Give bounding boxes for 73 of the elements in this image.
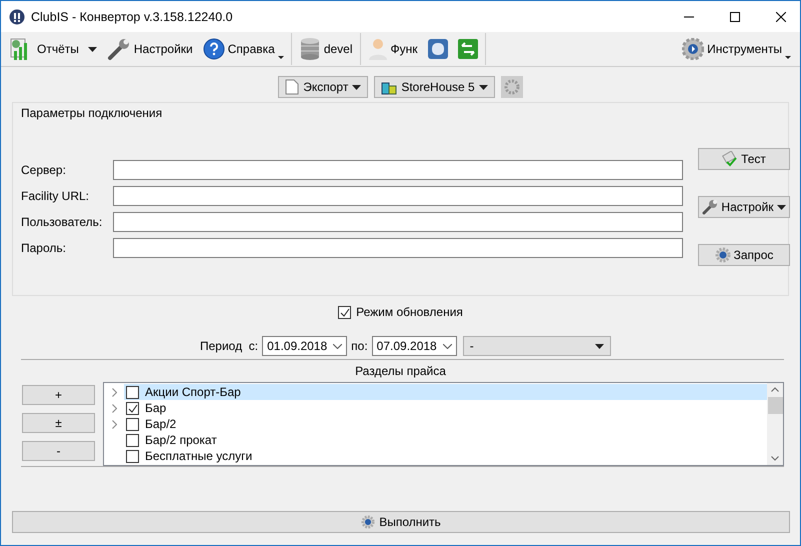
- tree-item[interactable]: Бар/2 прокат: [124, 432, 767, 448]
- input-field[interactable]: [113, 186, 683, 206]
- app-logo-icon: [9, 8, 25, 24]
- maximize-icon[interactable]: [730, 12, 740, 22]
- scroll-thumb[interactable]: [768, 397, 782, 414]
- caret-icon: [594, 344, 604, 348]
- tree-item[interactable]: Акции Спорт-Бар: [124, 384, 767, 400]
- period-to-label: по:: [351, 339, 368, 353]
- group-title: Параметры подключения: [21, 106, 162, 120]
- tools-button[interactable]: Инструменты: [677, 34, 796, 64]
- field-label: Сервер:: [21, 163, 67, 177]
- checkbox[interactable]: [126, 418, 139, 430]
- update-mode-checkbox[interactable]: Режим обновления: [338, 305, 463, 319]
- gear-icon: [361, 515, 376, 529]
- checkbox[interactable]: [126, 450, 139, 462]
- period-preset-dropdown[interactable]: -: [462, 336, 611, 356]
- gear-icon: [504, 79, 520, 95]
- list-button[interactable]: ±: [22, 413, 95, 433]
- input-field[interactable]: [113, 212, 683, 232]
- gear-icon: [714, 247, 731, 263]
- input-field[interactable]: [113, 238, 683, 258]
- window-title: ClubIS - Конвертор v.3.158.12240.0: [31, 10, 233, 24]
- caret-icon: [352, 84, 362, 90]
- toolbar-button[interactable]: Функ: [362, 34, 422, 64]
- close-icon[interactable]: [776, 12, 786, 22]
- wrench-icon: [702, 199, 718, 215]
- database-icon: [298, 37, 321, 61]
- date-picker[interactable]: 01.09.2018: [262, 336, 348, 356]
- chevron-down-icon: [442, 344, 452, 348]
- help-icon: [202, 38, 225, 60]
- field-label: Пользователь:: [21, 215, 104, 229]
- test-button[interactable]: Тест: [698, 148, 790, 170]
- run-button[interactable]: Выполнить: [12, 511, 790, 533]
- list-button[interactable]: -: [22, 441, 95, 461]
- document-icon: [285, 79, 300, 95]
- caret-icon: [785, 56, 791, 59]
- swap-arrows-icon: [458, 39, 478, 59]
- toolbar-button[interactable]: devel: [294, 34, 358, 64]
- request-button[interactable]: Запрос: [698, 244, 790, 266]
- tree-item[interactable]: Бар: [124, 400, 767, 416]
- scrollbar[interactable]: [767, 383, 783, 465]
- caret-icon: [478, 84, 488, 90]
- caret-icon: [776, 204, 786, 210]
- settings-menu-button[interactable]: Настройк: [698, 196, 790, 218]
- checkbox[interactable]: [126, 434, 139, 446]
- list-button[interactable]: +: [22, 385, 95, 405]
- field-label: Пароль:: [21, 241, 67, 255]
- toolbar-button[interactable]: Настройки: [102, 34, 198, 64]
- export-dropdown[interactable]: Экспорт: [278, 76, 368, 98]
- caret-icon: [278, 56, 284, 59]
- scroll-up-icon[interactable]: [771, 387, 779, 392]
- checkbox[interactable]: [338, 306, 352, 318]
- checkbox[interactable]: [126, 402, 139, 414]
- tree-item[interactable]: Бар/2: [124, 416, 767, 432]
- date-picker[interactable]: 07.09.2018: [372, 336, 457, 356]
- period-label: Период с:: [200, 339, 258, 353]
- checkmark-icon: [128, 404, 138, 412]
- check-icon: [722, 151, 738, 167]
- chevron-down-icon: [333, 344, 342, 348]
- checkmark-icon: [340, 308, 350, 316]
- wrench-icon: [106, 37, 131, 61]
- user-icon: [368, 37, 388, 61]
- gear-icon: [682, 38, 704, 60]
- target-dropdown[interactable]: StoreHouse 5: [374, 76, 495, 98]
- toolbar-button[interactable]: Отчёты: [5, 34, 102, 64]
- scroll-down-icon[interactable]: [771, 456, 779, 461]
- input-field[interactable]: [113, 160, 683, 180]
- checkbox[interactable]: [126, 386, 139, 398]
- tree-item[interactable]: Бесплатные услуги: [124, 448, 767, 464]
- field-label: Facility URL:: [21, 189, 90, 203]
- section-title: Разделы прайса: [355, 364, 446, 378]
- toolbar-button[interactable]: Справка: [198, 34, 289, 64]
- caret-icon: [88, 46, 97, 52]
